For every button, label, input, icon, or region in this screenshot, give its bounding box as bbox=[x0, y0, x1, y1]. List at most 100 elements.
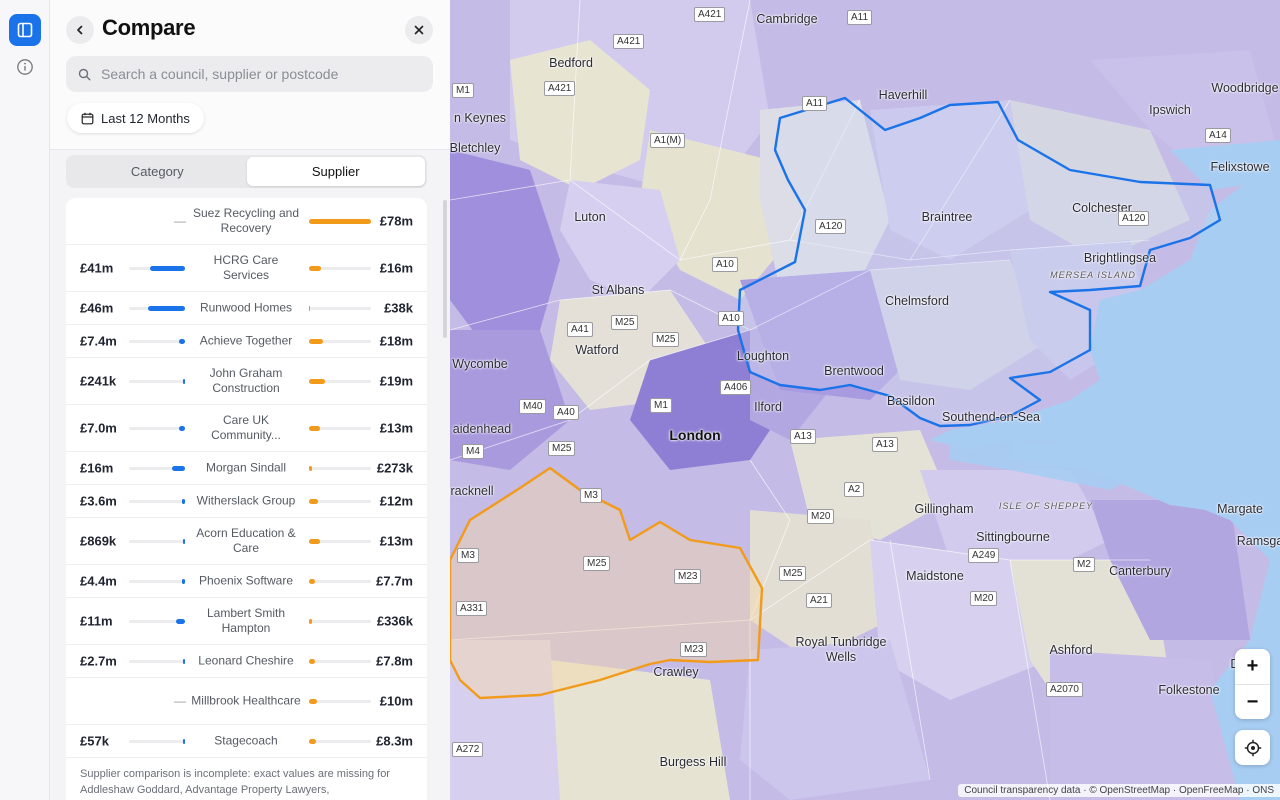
right-value: £13m bbox=[379, 420, 413, 436]
left-bar-fill bbox=[183, 658, 185, 664]
road-shield: M3 bbox=[457, 548, 479, 563]
place-label: Cambridge bbox=[756, 12, 818, 26]
panel-header: Compare Last 12 Months bbox=[50, 0, 450, 150]
place-label: Gillingham bbox=[914, 502, 974, 516]
place-label: Luton bbox=[574, 210, 606, 224]
road-shield: A421 bbox=[544, 81, 576, 96]
left-bar-fill bbox=[172, 465, 185, 471]
road-shield: A21 bbox=[806, 593, 832, 608]
left-value: £7.4m bbox=[80, 333, 117, 349]
table-row[interactable]: £57k Stagecoach £8.3m bbox=[66, 725, 427, 758]
table-row[interactable]: £7.4m Achieve Together £18m bbox=[66, 325, 427, 358]
right-bar-fill bbox=[309, 305, 310, 311]
search-box[interactable] bbox=[66, 56, 433, 92]
compare-mode-tabs: Category Supplier bbox=[66, 155, 427, 188]
supplier-name: John Graham Construction bbox=[209, 366, 283, 395]
supplier-name: Lambert Smith Hampton bbox=[206, 606, 286, 635]
table-row[interactable]: £16m Morgan Sindall £273k bbox=[66, 452, 427, 485]
table-row[interactable]: — Suez Recycling and Recovery £78m bbox=[66, 198, 427, 245]
left-bar-fill bbox=[148, 305, 185, 311]
right-bar-track bbox=[309, 378, 371, 384]
map-attribution: Council transparency data · © OpenStreet… bbox=[958, 784, 1280, 797]
place-label: Maidstone bbox=[906, 569, 964, 583]
zoom-in-button[interactable]: + bbox=[1235, 649, 1270, 684]
road-shield: M23 bbox=[680, 642, 708, 657]
road-shield: A1(M) bbox=[650, 133, 686, 148]
table-row[interactable]: £7.0m Care UK Community... £13m bbox=[66, 405, 427, 452]
place-label: aidenhead bbox=[452, 422, 512, 436]
supplier-name: Leonard Cheshire bbox=[198, 653, 294, 668]
right-value: £336k bbox=[376, 613, 413, 629]
right-bar-fill bbox=[309, 425, 320, 431]
map-view[interactable]: Cambridge Bedford Haverhill Ipswich Woodbrid… bbox=[450, 0, 1280, 800]
close-button[interactable] bbox=[405, 16, 433, 44]
left-bar-track bbox=[129, 265, 185, 271]
place-label: Canterbury bbox=[1109, 564, 1171, 578]
crosshair-icon bbox=[1244, 739, 1261, 756]
zoom-out-button[interactable]: − bbox=[1235, 684, 1270, 719]
tab-category[interactable]: Category bbox=[68, 157, 247, 186]
left-empty-dash: — bbox=[174, 214, 186, 228]
left-rail bbox=[0, 0, 50, 800]
place-label: Loughton bbox=[736, 349, 790, 363]
table-row[interactable]: £4.4m Phoenix Software £7.7m bbox=[66, 565, 427, 598]
road-shield: A406 bbox=[720, 380, 752, 395]
supplier-name: Runwood Homes bbox=[199, 300, 293, 315]
panel-scrollbar[interactable] bbox=[443, 200, 447, 338]
table-row[interactable]: £2.7m Leonard Cheshire £7.8m bbox=[66, 645, 427, 678]
right-value: £7.7m bbox=[376, 573, 413, 589]
right-bar-track bbox=[309, 465, 371, 471]
table-row[interactable]: £869k Acorn Education & Care £13m bbox=[66, 518, 427, 565]
right-bar-track bbox=[309, 305, 371, 311]
capital-label: London bbox=[669, 427, 721, 443]
table-row[interactable]: £41m HCRG Care Services £16m bbox=[66, 245, 427, 292]
info-icon[interactable] bbox=[16, 58, 34, 76]
place-label: Felixstowe bbox=[1210, 160, 1270, 174]
place-label: Basildon bbox=[887, 394, 935, 408]
left-value: £57k bbox=[80, 733, 109, 749]
road-shield: A13 bbox=[872, 437, 898, 452]
tab-supplier[interactable]: Supplier bbox=[246, 157, 425, 186]
road-shield: A40 bbox=[553, 405, 579, 420]
right-bar-fill bbox=[309, 498, 318, 504]
table-row[interactable]: — Millbrook Healthcare £10m bbox=[66, 678, 427, 725]
right-bar-fill bbox=[309, 538, 320, 544]
right-bar-track bbox=[309, 698, 371, 704]
table-row[interactable]: £46m Runwood Homes £38k bbox=[66, 292, 427, 325]
left-bar-fill bbox=[150, 265, 185, 271]
comparison-rows: — Suez Recycling and Recovery £78m £41m HCRG… bbox=[66, 198, 427, 758]
back-button[interactable] bbox=[66, 16, 94, 44]
place-label: Bletchley bbox=[450, 141, 501, 155]
right-value: £78m bbox=[379, 213, 413, 229]
right-bar-fill bbox=[309, 578, 315, 584]
left-bar-fill bbox=[182, 498, 185, 504]
table-row[interactable]: £11m Lambert Smith Hampton £336k bbox=[66, 598, 427, 645]
table-row[interactable]: £241k John Graham Construction £19m bbox=[66, 358, 427, 405]
place-label: racknell bbox=[450, 484, 494, 498]
road-shield: A421 bbox=[613, 34, 645, 49]
place-label: Haverhill bbox=[878, 88, 928, 102]
sidebar-toggle-button[interactable] bbox=[9, 14, 41, 46]
place-label: Folkestone bbox=[1158, 683, 1220, 697]
locate-button[interactable] bbox=[1235, 730, 1270, 765]
search-input[interactable] bbox=[101, 66, 401, 82]
supplier-name: Stagecoach bbox=[214, 733, 278, 748]
place-label: Southend-on-Sea bbox=[942, 410, 1040, 424]
left-bar-track bbox=[129, 618, 185, 624]
date-filter-button[interactable]: Last 12 Months bbox=[67, 103, 204, 133]
supplier-name: HCRG Care Services bbox=[213, 253, 279, 282]
road-shield: M3 bbox=[580, 488, 602, 503]
road-shield: A14 bbox=[1205, 128, 1231, 143]
road-shield: A10 bbox=[712, 257, 738, 272]
road-shield: M40 bbox=[519, 399, 547, 414]
island-label: ISLE OF SHEPPEY bbox=[998, 501, 1094, 511]
place-label: Braintree bbox=[921, 210, 973, 224]
sidebar-panel-icon bbox=[17, 22, 33, 38]
road-shield: A331 bbox=[456, 601, 488, 616]
road-shield: M23 bbox=[674, 569, 702, 584]
right-bar-track bbox=[309, 218, 371, 224]
left-value: £241k bbox=[80, 373, 117, 389]
compare-panel: Compare Last 12 Months Category bbox=[50, 0, 450, 800]
right-value: £12m bbox=[379, 493, 413, 509]
table-row[interactable]: £3.6m Witherslack Group £12m bbox=[66, 485, 427, 518]
